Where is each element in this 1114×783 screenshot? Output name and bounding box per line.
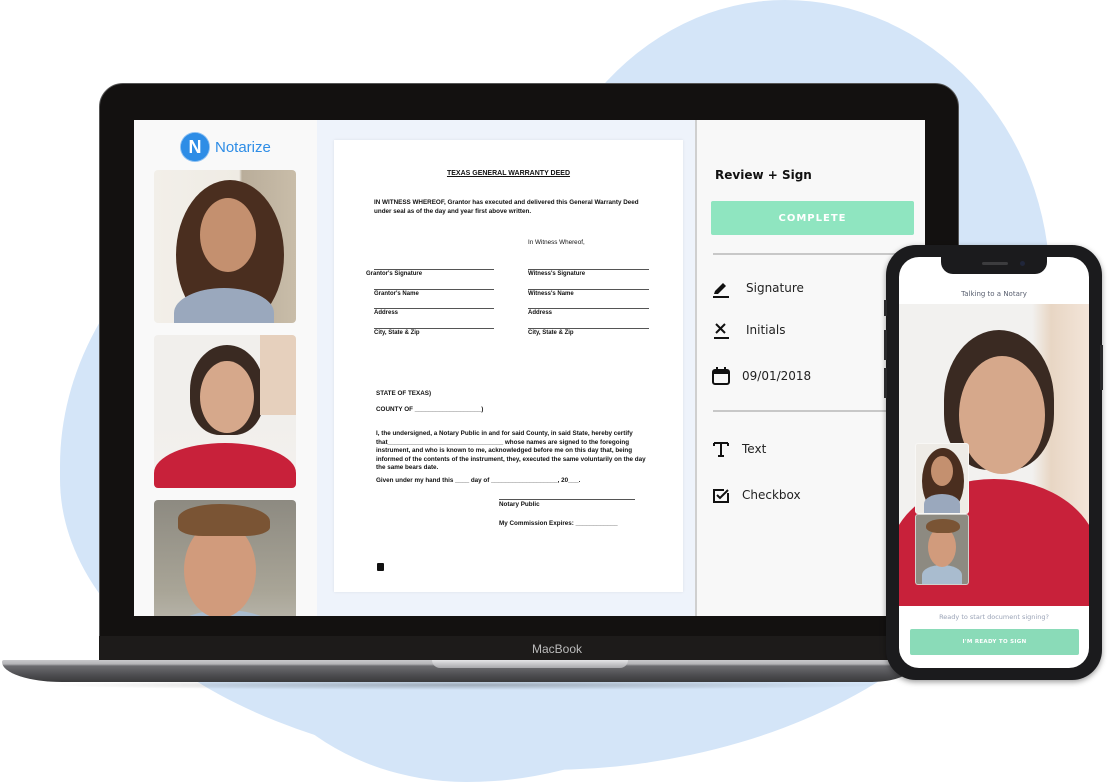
tool-label: Initials — [746, 323, 786, 337]
participant-body — [922, 565, 962, 584]
laptop-hinge-notch — [432, 660, 628, 668]
participant-body — [924, 494, 960, 513]
field-label: Address — [528, 310, 553, 316]
given-line: Given under my hand this ____ day of ___… — [376, 477, 581, 484]
brand-name: Notarize — [215, 138, 271, 156]
checkbox-icon — [710, 484, 732, 506]
phone-header: Talking to a Notary — [961, 290, 1027, 298]
field-label: City, State & Zip — [528, 330, 574, 336]
tool-label: 09/01/2018 — [742, 369, 812, 383]
signature-line[interactable] — [374, 308, 494, 309]
field-label: Witness's Name — [528, 291, 574, 297]
pip-video-witness[interactable] — [915, 514, 969, 585]
text-t-icon — [710, 438, 732, 460]
x-mark-icon — [710, 319, 732, 341]
phone-side-button — [884, 300, 887, 316]
signature-line[interactable] — [374, 269, 494, 270]
participant-face — [931, 456, 953, 486]
tool-initials[interactable]: Initials — [710, 319, 785, 341]
signature-line[interactable] — [374, 328, 494, 329]
commission-expires-label: My Commission Expires: ____________ — [499, 520, 618, 527]
signature-line[interactable] — [528, 289, 649, 290]
phone-screen: Talking to a Notary Ready to start docum… — [899, 257, 1089, 668]
field-label: Grantor's Signature — [366, 271, 423, 277]
county-line: COUNTY OF ___________________) — [376, 406, 484, 413]
panel-title: Review + Sign — [715, 168, 812, 182]
field-label: City, State & Zip — [374, 330, 420, 336]
signature-line[interactable] — [528, 269, 649, 270]
wall-background — [260, 335, 296, 415]
phone-side-button — [884, 368, 887, 398]
document-title: TEXAS GENERAL WARRANTY DEED — [446, 170, 571, 177]
state-line: STATE OF TEXAS) — [376, 390, 432, 397]
tool-label: Signature — [746, 281, 804, 295]
notary-public-label: Notary Public — [499, 501, 540, 508]
participant-hair — [926, 519, 960, 533]
ready-to-sign-button[interactable]: I'M READY TO SIGN — [910, 629, 1079, 655]
phone-camera — [1020, 261, 1025, 266]
tool-signature[interactable]: Signature — [710, 277, 804, 299]
field-label: Grantor's Name — [374, 291, 419, 297]
main-video-feed[interactable] — [899, 304, 1089, 606]
field-label: Address — [374, 310, 399, 316]
participant-body — [154, 443, 296, 488]
phone-speaker — [982, 262, 1008, 265]
complete-button[interactable]: COMPLETE — [711, 201, 914, 235]
document-intro: IN WITNESS WHEREOF, Grantor has executed… — [374, 199, 639, 215]
signing-prompt: Ready to start document signing? — [939, 613, 1049, 621]
participant-face — [959, 356, 1045, 474]
signature-line[interactable] — [528, 308, 649, 309]
video-tile-signer[interactable] — [154, 335, 296, 488]
phone-notch — [941, 257, 1047, 274]
phone-side-button — [1100, 345, 1103, 390]
tool-text[interactable]: Text — [710, 438, 766, 460]
document-page[interactable]: TEXAS GENERAL WARRANTY DEED IN WITNESS W… — [334, 140, 683, 592]
participant-face — [928, 527, 956, 567]
video-tile-notary[interactable] — [154, 170, 296, 323]
calendar-icon — [710, 365, 732, 387]
participant-face — [184, 522, 256, 616]
document-file-icon[interactable] — [377, 563, 384, 571]
participant-hair — [178, 504, 270, 536]
participant-face — [200, 361, 254, 433]
tool-label: Checkbox — [742, 488, 801, 502]
pen-icon — [710, 277, 732, 299]
witness-heading: In Witness Whereof, — [528, 239, 585, 246]
notary-signature-line[interactable] — [499, 499, 635, 500]
laptop-screen: N Notarize TEXAS GENERAL WARRANTY DEED I… — [134, 120, 925, 616]
tool-label: Text — [742, 442, 767, 456]
participant-face — [200, 198, 256, 272]
tool-date[interactable]: 09/01/2018 — [710, 365, 811, 387]
pip-video-notary[interactable] — [915, 443, 969, 514]
brand-logo[interactable]: N Notarize — [181, 133, 271, 161]
phone-side-button — [884, 330, 887, 360]
notary-certification: I, the undersigned, a Notary Public in a… — [376, 430, 646, 472]
signature-line[interactable] — [374, 289, 494, 290]
video-tile-witness[interactable] — [154, 500, 296, 616]
notarize-badge-icon: N — [181, 133, 209, 161]
signature-line[interactable] — [528, 328, 649, 329]
participants-sidebar: N Notarize — [134, 120, 317, 616]
field-label: Witness's Signature — [528, 271, 586, 277]
tool-checkbox[interactable]: Checkbox — [710, 484, 801, 506]
